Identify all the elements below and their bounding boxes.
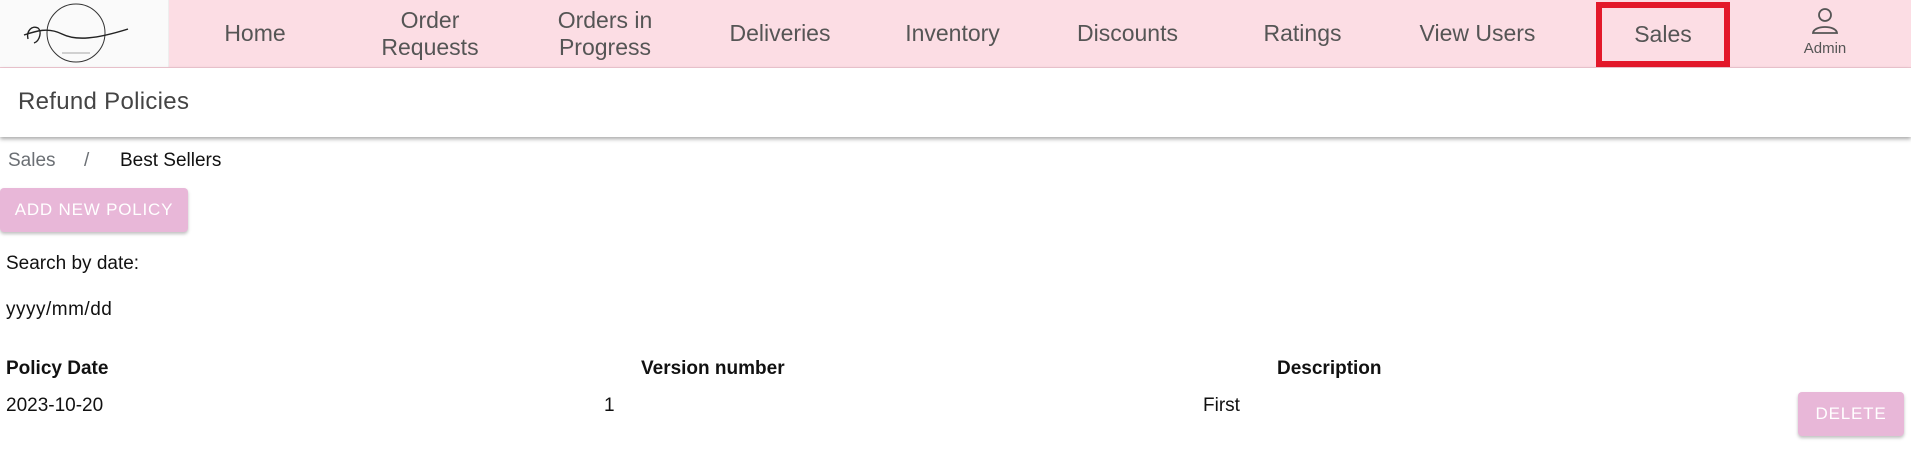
column-header-description: Description [1277,358,1382,379]
nav-home-label: Home [224,20,286,46]
cell-version-number: 1 [604,395,615,416]
column-header-policy-date: Policy Date [6,358,109,379]
nav-order-requests-label: Order Requests [381,7,478,61]
nav-deliveries[interactable]: Deliveries [705,0,855,67]
nav-view-users[interactable]: View Users [1400,0,1555,67]
nav-deliveries-label: Deliveries [729,20,831,46]
add-new-policy-button[interactable]: ADD NEW POLICY [0,188,188,232]
nav-ratings-label: Ratings [1263,20,1342,46]
top-navigation-bar: Home Order Requests Orders in Progress D… [0,0,1911,68]
nav-orders-in-progress[interactable]: Orders in Progress [530,0,680,67]
nav-admin-label: Admin [1803,40,1847,57]
nav-sales-label: Sales [1634,21,1692,47]
breadcrumb-sales-link[interactable]: Sales [8,150,56,171]
breadcrumb: Sales / Best Sellers [8,150,221,172]
nav-view-users-label: View Users [1419,20,1536,46]
nav-inventory[interactable]: Inventory [880,0,1025,67]
nav-discounts-label: Discounts [1077,20,1178,46]
nav-order-requests-line1: Order [400,6,460,33]
user-icon [1811,8,1839,34]
nav-sales[interactable]: Sales [1596,2,1730,67]
nav-orders-in-progress-line2: Progress [558,33,652,60]
cell-policy-date: 2023-10-20 [6,395,104,416]
search-by-date-label: Search by date: [6,253,140,274]
brand-logo[interactable] [0,0,169,67]
column-header-version-number: Version number [641,358,785,379]
nav-discounts[interactable]: Discounts [1050,0,1205,67]
nav-orders-in-progress-line1: Orders in [557,6,653,33]
delete-policy-button[interactable]: DELETE [1798,392,1904,436]
nav-ratings[interactable]: Ratings [1240,0,1365,67]
nav-order-requests-line2: Requests [381,33,479,60]
page-title: Refund Policies [18,88,190,115]
cell-description: First [1203,395,1240,416]
logo-circle-icon [23,3,129,63]
nav-inventory-label: Inventory [905,20,1000,46]
breadcrumb-current: Best Sellers [120,150,222,171]
page-header: Refund Policies [0,68,1911,137]
nav-admin-account[interactable]: Admin [1790,6,1860,62]
breadcrumb-separator: / [84,150,90,171]
nav-order-requests[interactable]: Order Requests [355,0,505,67]
search-date-input[interactable] [6,296,226,324]
nav-home[interactable]: Home [195,0,315,67]
nav-orders-in-progress-label: Orders in Progress [558,7,653,61]
